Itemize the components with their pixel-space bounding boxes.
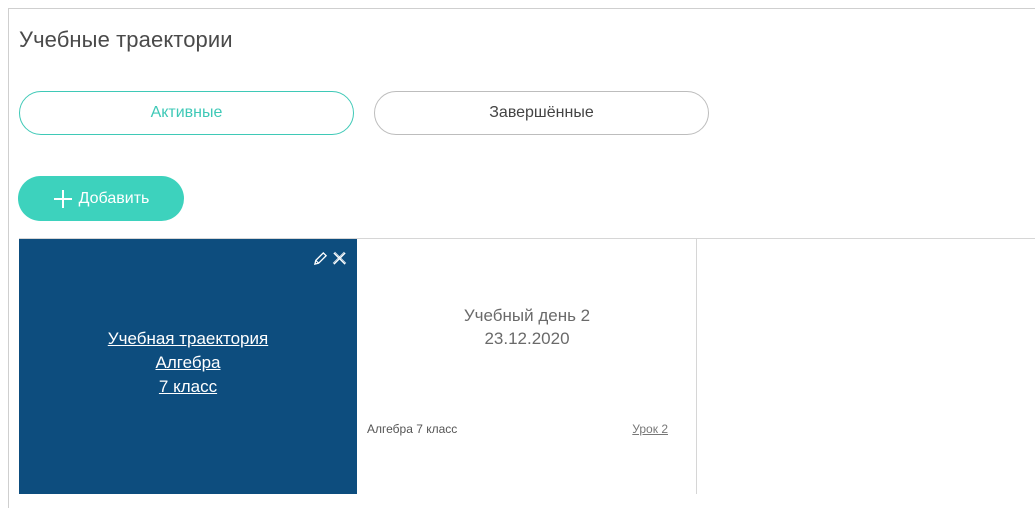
card-tools: [313, 251, 347, 266]
add-button-label: Добавить: [78, 189, 150, 207]
day-date: 23.12.2020: [484, 329, 570, 348]
day-title: Учебный день 2: [463, 306, 591, 325]
tab-active-label: Активные: [150, 104, 223, 121]
trajectory-link-line2[interactable]: Алгебра: [19, 351, 357, 375]
page-title: Учебные траектории: [19, 27, 233, 52]
study-day-card[interactable]: Учебный день 2 23.12.2020 Алгебра 7 клас…: [357, 239, 697, 494]
lesson-link[interactable]: Урок 2: [632, 422, 668, 436]
add-button[interactable]: Добавить: [18, 176, 184, 221]
plus-icon: [53, 189, 73, 209]
tab-completed[interactable]: Завершённые: [374, 91, 709, 135]
tab-active[interactable]: Активные: [19, 91, 354, 135]
day-subject: Алгебра 7 класс: [367, 422, 458, 436]
trajectory-link-line3[interactable]: 7 класс: [19, 375, 357, 399]
close-icon[interactable]: [332, 251, 347, 266]
trajectory-card: Учебная траектория Алгебра 7 класс: [19, 239, 357, 494]
pencil-icon[interactable]: [313, 251, 328, 266]
trajectory-link-line1[interactable]: Учебная траектория: [19, 327, 357, 351]
trajectory-link[interactable]: Учебная траектория Алгебра 7 класс: [19, 327, 357, 399]
tab-completed-label: Завершённые: [489, 104, 594, 121]
